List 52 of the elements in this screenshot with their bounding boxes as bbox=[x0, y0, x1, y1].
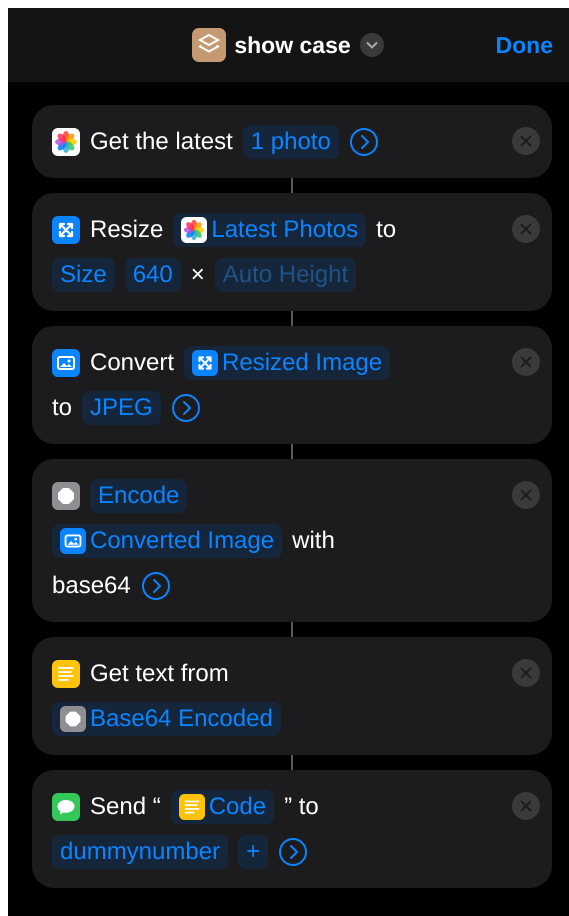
variable-token[interactable]: Converted Image bbox=[52, 524, 282, 558]
notes-icon bbox=[52, 660, 80, 688]
close-icon bbox=[520, 667, 532, 679]
action-text: Get the latest bbox=[90, 128, 233, 156]
close-icon bbox=[520, 223, 532, 235]
remove-button[interactable] bbox=[512, 481, 540, 509]
photos-icon bbox=[181, 216, 208, 242]
action-text: Convert bbox=[90, 348, 174, 376]
variable-token[interactable]: Base64 Encoded bbox=[52, 702, 281, 736]
action-text: Get text from bbox=[90, 660, 229, 688]
remove-button[interactable] bbox=[512, 127, 540, 155]
image-icon bbox=[60, 528, 86, 554]
variable-token[interactable]: Latest Photos bbox=[173, 212, 366, 246]
chevron-down-icon[interactable] bbox=[358, 32, 385, 58]
close-icon bbox=[520, 135, 532, 147]
parameter-token[interactable]: JPEG bbox=[82, 390, 161, 424]
chevron-circle-icon[interactable] bbox=[170, 392, 201, 422]
variable-token[interactable]: Resized Image bbox=[184, 346, 390, 380]
action-text: to bbox=[376, 216, 396, 244]
action-text: base64 bbox=[52, 572, 131, 600]
expand-arrows-icon bbox=[52, 216, 80, 244]
parameter-token[interactable]: 1 photo bbox=[242, 124, 339, 158]
expand-arrows-icon bbox=[192, 350, 218, 376]
done-button[interactable]: Done bbox=[496, 32, 553, 58]
notes-icon bbox=[178, 794, 205, 820]
parameter-token[interactable]: dummynumber bbox=[52, 834, 228, 868]
chevron-circle-icon[interactable] bbox=[278, 836, 308, 866]
action-text: × bbox=[190, 260, 205, 288]
chevron-circle-icon[interactable] bbox=[140, 570, 171, 600]
remove-button[interactable] bbox=[512, 348, 540, 376]
action-text: to bbox=[52, 394, 72, 422]
close-icon bbox=[520, 356, 532, 368]
photos-icon bbox=[52, 128, 80, 156]
close-icon bbox=[520, 800, 532, 812]
message-bubble-icon bbox=[52, 792, 80, 820]
parameter-token[interactable]: + bbox=[238, 834, 268, 868]
image-icon bbox=[52, 348, 80, 376]
shortcut-title: show case bbox=[234, 32, 351, 58]
remove-button[interactable] bbox=[512, 792, 540, 820]
action-text: ” to bbox=[284, 792, 319, 820]
stack-icon bbox=[192, 28, 226, 62]
action-text: Send “ bbox=[90, 792, 161, 820]
remove-button[interactable] bbox=[512, 659, 540, 687]
close-icon bbox=[520, 489, 532, 501]
parameter-token[interactable]: Encode bbox=[90, 478, 188, 512]
remove-button[interactable] bbox=[512, 215, 540, 243]
chevron-circle-icon[interactable] bbox=[348, 126, 379, 156]
action-text: with bbox=[292, 526, 335, 554]
parameter-token[interactable]: 640 bbox=[124, 258, 181, 292]
variable-token[interactable]: Code bbox=[170, 790, 274, 824]
action-text: Resize bbox=[90, 216, 164, 244]
parameter-token[interactable]: Size bbox=[52, 258, 115, 292]
